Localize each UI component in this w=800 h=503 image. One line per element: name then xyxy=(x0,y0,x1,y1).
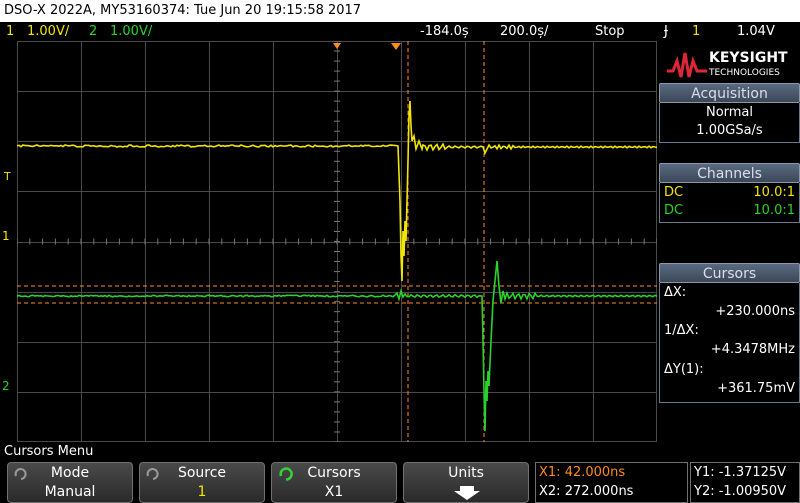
source-value: 1 xyxy=(140,484,264,500)
delta-y-label: ΔY(1): xyxy=(664,362,704,377)
trigger-level-marker[interactable]: T xyxy=(4,170,11,183)
mode-softkey[interactable]: Mode Manual xyxy=(7,462,133,503)
units-softkey[interactable]: Units xyxy=(403,462,529,503)
mode-label: Mode xyxy=(8,465,132,481)
ch2-probe: 10.0:1 xyxy=(753,203,795,218)
channels-box: DC 10.0:1 DC 10.0:1 xyxy=(659,183,800,223)
source-softkey[interactable]: Source 1 xyxy=(139,462,265,503)
x1-readout: X1: 42.000ns xyxy=(539,465,625,480)
graticule xyxy=(17,41,657,442)
brand-name: KEYSIGHT xyxy=(709,50,788,66)
sample-rate: 1.00GSa/s xyxy=(660,123,799,138)
ch1-ground-marker[interactable]: 1 xyxy=(2,229,10,243)
submenu-arrow-down-icon xyxy=(452,486,482,500)
cursors-box: ΔX: +230.000ns 1/ΔX: +4.3478MHz ΔY(1): +… xyxy=(659,283,800,403)
acquisition-box: Normal 1.00GSa/s xyxy=(659,103,800,143)
trigger-slope-icon: Ɉ xyxy=(664,22,668,41)
horizontal-position[interactable]: -184.0ș xyxy=(420,22,469,41)
acquisition-header[interactable]: Acquisition xyxy=(659,83,800,103)
menu-title: Cursors Menu xyxy=(4,444,93,459)
cursors-header[interactable]: Cursors xyxy=(659,263,800,283)
ch2-coupling: DC xyxy=(664,203,683,218)
horizontal-scale[interactable]: 200.0ș/ xyxy=(500,22,548,41)
x-cursor-readout: X1: 42.000ns X2: 272.000ns xyxy=(535,462,688,503)
cursors-value: X1 xyxy=(272,484,396,500)
trigger-channel[interactable]: 1 xyxy=(692,22,700,41)
waveform-display[interactable] xyxy=(17,41,657,442)
acquisition-mode: Normal xyxy=(660,105,799,120)
units-label: Units xyxy=(404,465,528,481)
info-panel: KEYSIGHT TECHNOLOGIES Acquisition Normal… xyxy=(659,41,800,442)
ch2-number[interactable]: 2 xyxy=(89,22,97,41)
mode-value: Manual xyxy=(8,484,132,500)
channels-header[interactable]: Channels xyxy=(659,163,800,183)
cursors-softkey[interactable]: Cursors X1 xyxy=(271,462,397,503)
ch2-scale[interactable]: 1.00V/ xyxy=(110,22,152,41)
keysight-logo: KEYSIGHT TECHNOLOGIES xyxy=(667,47,791,83)
trigger-level[interactable]: 1.04V xyxy=(737,22,775,41)
status-bar: 1 1.00V/ 2 1.00V/ -184.0ș 200.0ș/ Stop Ɉ… xyxy=(0,22,800,41)
ch1-number[interactable]: 1 xyxy=(6,22,14,41)
run-state[interactable]: Stop xyxy=(595,22,625,41)
trigger-position-marker xyxy=(333,43,341,49)
y-cursor-readout: Y1: -1.37125V Y2: -1.00950V xyxy=(690,462,800,503)
ch2-ground-marker[interactable]: 2 xyxy=(2,379,10,393)
ch1-probe: 10.0:1 xyxy=(753,185,795,200)
brand-sub: TECHNOLOGIES xyxy=(709,68,780,78)
inverse-delta-x-label: 1/ΔX: xyxy=(664,323,699,338)
ch1-coupling: DC xyxy=(664,185,683,200)
ch1-scale[interactable]: 1.00V/ xyxy=(27,22,69,41)
y2-readout: Y2: -1.00950V xyxy=(694,484,786,499)
delta-x-label: ΔX: xyxy=(664,285,686,300)
x2-readout: X2: 272.000ns xyxy=(539,484,633,499)
delta-x-value: +230.000ns xyxy=(715,304,795,319)
keysight-wave-icon xyxy=(667,49,707,81)
time-reference-marker xyxy=(391,43,401,50)
cursors-label: Cursors xyxy=(272,465,396,481)
y1-readout: Y1: -1.37125V xyxy=(694,465,786,480)
delta-y-value: +361.75mV xyxy=(717,381,795,396)
inverse-delta-x-value: +4.3478MHz xyxy=(711,342,795,357)
source-label: Source xyxy=(140,465,264,481)
window-title: DSO-X 2022A, MY53160374: Tue Jun 20 19:1… xyxy=(0,0,800,22)
